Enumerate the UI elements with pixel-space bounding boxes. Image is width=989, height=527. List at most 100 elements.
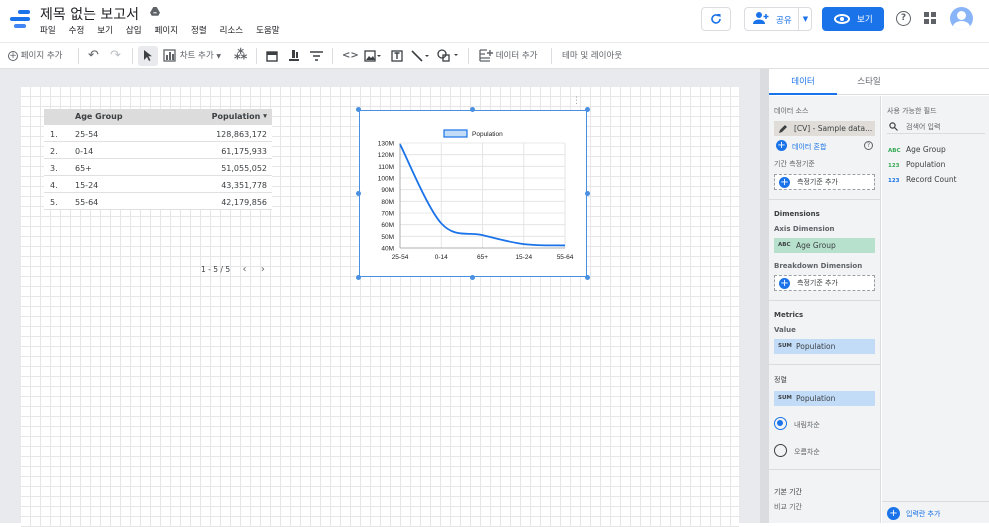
text-box-icon[interactable] [391,43,403,69]
data-source-selector[interactable]: [CV] - Sample data... [774,121,875,136]
y-tick-label: 130M [378,141,394,148]
view-button[interactable]: 보기 [822,7,884,31]
y-tick-label: 90M [381,187,394,194]
column-header-population[interactable]: Population ▼ [212,112,267,121]
sort-ascending-radio[interactable] [774,444,787,457]
data-source-label: 데이터 소스 [774,106,808,116]
report-page[interactable]: Age Group Population ▼ 1.25-54128,863,17… [21,87,739,527]
filter-control-icon[interactable] [310,43,323,69]
drive-icon[interactable] [150,7,160,16]
field-type-tag: 123 [888,163,906,169]
blend-data-link[interactable]: 데이터 혼합 [792,142,826,152]
avatar[interactable] [950,7,973,30]
add-chart-button[interactable]: 차트 추가 ▼ [163,43,221,69]
table-pager: 1 - 5 / 5 ‹ › [201,264,265,275]
x-tick-label: 55-64 [557,254,574,261]
x-tick-label: 65+ [477,254,488,261]
more-vert-icon[interactable]: ⋮ [572,96,581,106]
chevron-left-icon[interactable]: ‹ [242,264,246,275]
default-date-range-heading: 기본 기간 [774,487,802,497]
metrics-heading: Metrics [774,311,803,319]
add-circle-icon: + [887,507,900,520]
line-chart-frame[interactable]: 130M120M110M100M90M80M70M60M50M40M25-540… [359,110,587,277]
data-table[interactable]: Age Group Population ▼ 1.25-54128,863,17… [44,109,272,210]
community-viz-icon[interactable]: ⁂ [234,43,247,69]
report-canvas: Age Group Population ▼ 1.25-54128,863,17… [0,69,760,523]
data-control-icon[interactable] [288,43,300,69]
help-icon[interactable]: ? [896,11,911,26]
line-chart[interactable]: 130M120M110M100M90M80M70M60M50M40M25-540… [360,111,586,276]
y-tick-label: 100M [378,176,394,183]
metric-chip[interactable]: SUM Population [774,339,875,354]
app-header: 제목 없는 보고서 파일 수정 보기 삽입 페이지 정렬 리소스 도움말 공유 … [0,0,989,40]
field-search-box[interactable]: 검색어 입력 [887,120,985,134]
share-button[interactable]: 공유 ▼ [744,7,812,31]
refresh-button[interactable] [701,7,731,31]
line-icon[interactable] [411,43,431,69]
add-date-dimension-slot[interactable]: + 측정기준 추가 [774,174,875,190]
report-title[interactable]: 제목 없는 보고서 [40,4,139,24]
sort-metric-chip[interactable]: SUM Population [774,391,875,406]
add-page-button[interactable]: + 페이지 추가 [8,43,63,69]
menu-page[interactable]: 페이지 [155,24,185,36]
menu-edit[interactable]: 수정 [69,24,92,36]
redo-icon[interactable]: ↷ [110,43,121,69]
axis-dimension-chip[interactable]: ABC Age Group [774,238,875,253]
y-tick-label: 50M [381,234,394,241]
y-tick-label: 80M [381,199,394,206]
tab-style[interactable]: 스타일 [849,69,889,95]
add-field-button[interactable]: + 입력란 추가 [882,501,989,523]
menu-file[interactable]: 파일 [40,24,63,36]
shape-icon[interactable] [437,43,461,69]
tab-data[interactable]: 데이터 [769,69,837,95]
help-circle-icon[interactable]: ? [864,141,873,150]
available-fields-heading: 사용 가능한 필드 [887,106,937,116]
table-header: Age Group Population ▼ [44,109,272,125]
y-tick-label: 60M [381,222,394,229]
search-icon [889,122,898,131]
dimensions-heading: Dimensions [774,210,820,218]
share-dropdown-icon[interactable]: ▼ [798,8,812,30]
data-studio-logo-icon[interactable] [10,8,32,30]
sort-descending-radio[interactable] [774,417,787,430]
menu-view[interactable]: 보기 [97,24,120,36]
image-icon[interactable] [364,43,382,69]
add-breakdown-dimension-slot[interactable]: + 측정기준 추가 [774,275,875,291]
select-tool-button[interactable] [138,46,158,66]
column-header-age-group[interactable]: Age Group [75,112,123,121]
data-source-value: [CV] - Sample data... [794,124,872,133]
panel-scrollbar[interactable] [760,69,768,523]
apps-icon[interactable] [924,12,936,24]
breakdown-dimension-label: Breakdown Dimension [774,262,862,270]
menu-resource[interactable]: 리소스 [220,24,250,36]
sum-tag: SUM [778,391,792,406]
comparison-range-label: 비교 기간 [774,502,802,512]
value-label: Value [774,326,796,334]
table-row: 1.25-54128,863,172 [44,125,272,142]
date-range-icon[interactable] [266,43,278,69]
axis-dimension-label: Axis Dimension [774,225,835,233]
add-circle-icon[interactable]: + [776,140,787,151]
chevron-right-icon[interactable]: › [261,264,265,275]
menu-help[interactable]: 도움말 [256,24,286,36]
pointer-icon [143,50,153,62]
y-tick-label: 120M [378,152,394,159]
field-record-count[interactable]: 123Record Count [888,175,957,184]
theme-layout-button[interactable]: 테마 및 레이아웃 [562,43,622,69]
table-row: 3.65+51,055,052 [44,159,272,176]
edit-pencil-icon[interactable] [779,124,788,133]
legend-swatch [444,130,467,137]
field-type-tag: ABC [888,148,906,154]
url-embed-icon[interactable]: <> [342,43,359,69]
field-age-group[interactable]: ABCAge Group [888,145,946,154]
menu-insert[interactable]: 삽입 [126,24,149,36]
field-population[interactable]: 123Population [888,160,945,169]
menu-arrange[interactable]: 정렬 [191,24,214,36]
field-type-tag: 123 [888,178,906,184]
properties-panel: 데이터 스타일 데이터 소스 [CV] - Sample data... + 데… [768,69,989,523]
chart-icon [163,49,177,62]
undo-icon[interactable]: ↶ [88,43,99,69]
search-placeholder: 검색어 입력 [906,122,940,132]
add-person-icon [753,11,769,25]
add-data-button[interactable]: 데이터 추가 [479,43,538,69]
